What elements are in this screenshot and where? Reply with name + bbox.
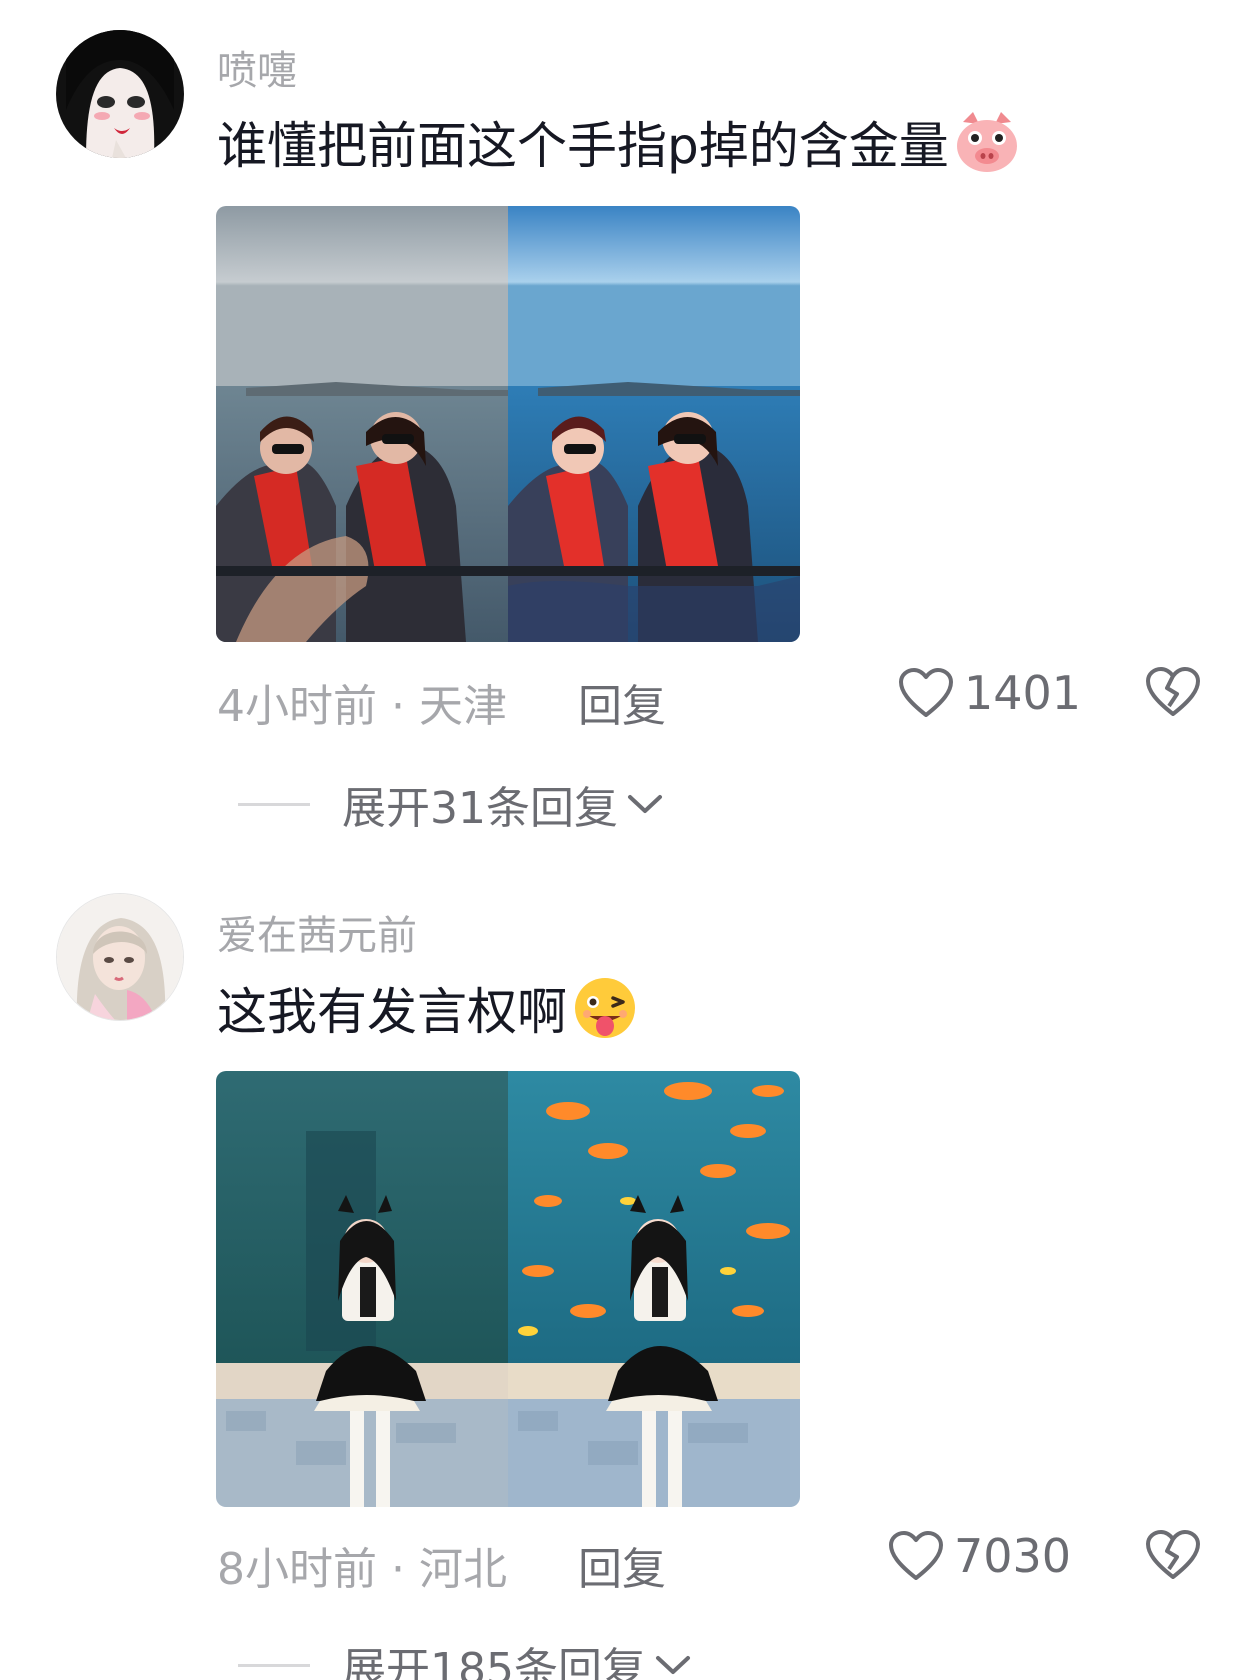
reply-button[interactable]: 回复	[578, 1533, 666, 1597]
image-before	[216, 206, 508, 642]
like-button[interactable]: 7030	[888, 1529, 1071, 1583]
comment-text: 这我有发言权啊	[217, 972, 639, 1044]
like-count: 7030	[954, 1529, 1072, 1583]
comment-image[interactable]	[216, 206, 800, 642]
expand-divider	[238, 1663, 310, 1667]
comment-text-body: 这我有发言权啊	[217, 983, 567, 1041]
image-before	[216, 1071, 508, 1507]
comment-time-location: 4小时前 · 天津	[217, 681, 507, 732]
comment-time-location: 8小时前 · 河北	[217, 1544, 507, 1595]
image-after	[508, 206, 800, 642]
heart-icon	[889, 1531, 943, 1580]
chevron-down-icon	[628, 795, 662, 813]
comment-text: 谁懂把前面这个手指p掉的含金量	[217, 106, 1021, 178]
expand-divider	[238, 802, 310, 806]
comment-username[interactable]: 爱在茜元前	[217, 903, 417, 961]
expand-replies-label: 展开31条回复	[342, 783, 618, 834]
avatar[interactable]	[56, 30, 184, 158]
dislike-heart-icon[interactable]	[1145, 1529, 1201, 1581]
pig-face-icon	[953, 108, 1021, 176]
comment-username[interactable]: 喷嚏	[217, 38, 297, 96]
reply-button[interactable]: 回复	[578, 670, 666, 734]
winking-tongue-face-icon	[571, 974, 639, 1042]
comment-image[interactable]	[216, 1071, 800, 1507]
avatar[interactable]	[56, 893, 184, 1021]
expand-replies[interactable]: 展开185条回复	[238, 1633, 692, 1680]
comment-text-body: 谁懂把前面这个手指p掉的含金量	[217, 117, 949, 175]
like-count: 1401	[964, 666, 1082, 720]
expand-replies[interactable]: 展开31条回复	[238, 772, 664, 836]
like-button[interactable]: 1401	[898, 666, 1081, 720]
heart-icon	[899, 668, 953, 717]
expand-replies-label: 展开185条回复	[342, 1644, 646, 1680]
chevron-down-icon	[655, 1656, 690, 1674]
dislike-heart-icon[interactable]	[1145, 666, 1201, 718]
image-after	[508, 1071, 800, 1507]
